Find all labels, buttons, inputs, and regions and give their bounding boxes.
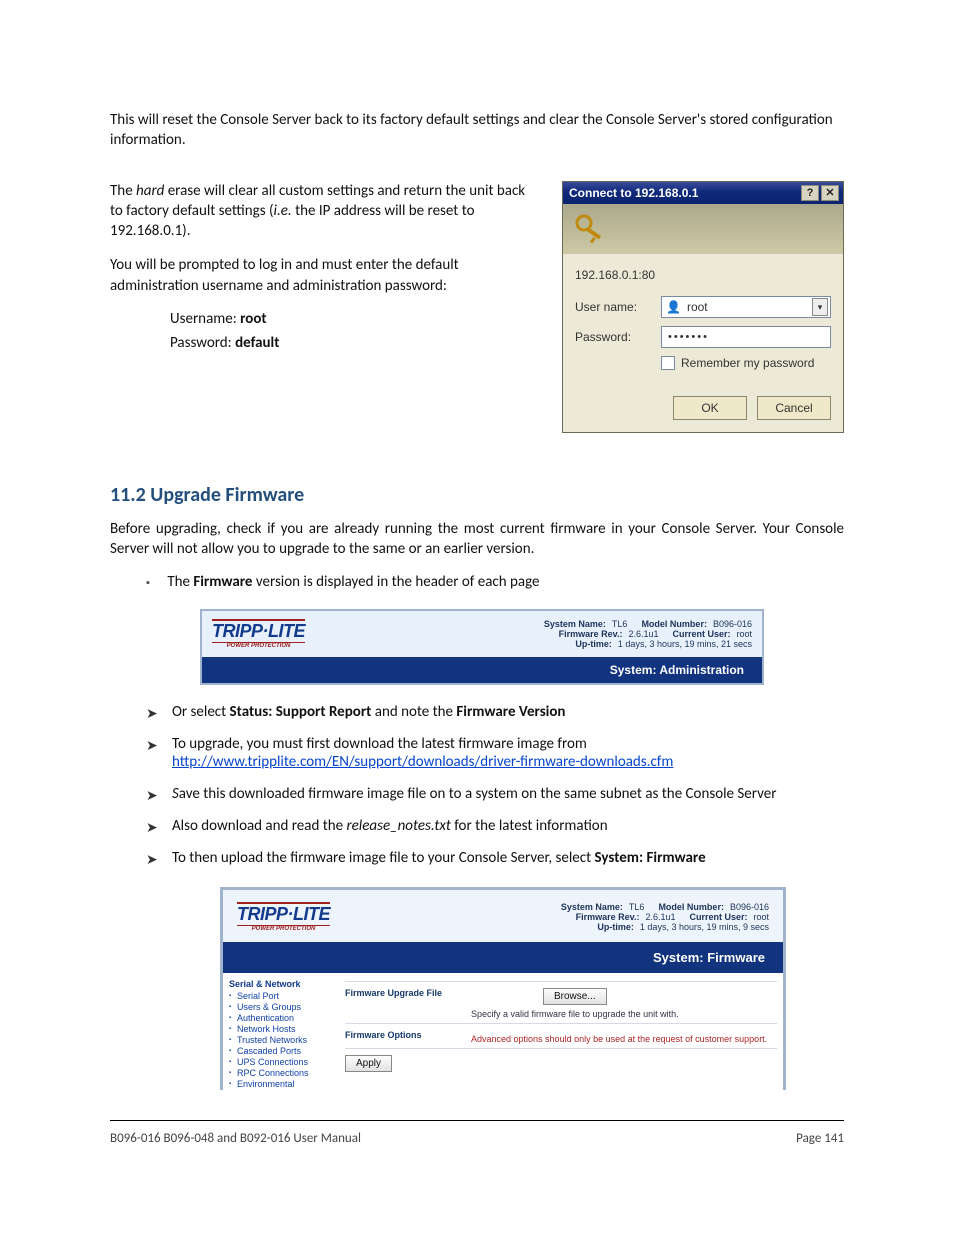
nav-ups-connections[interactable]: UPS Connections <box>229 1057 333 1067</box>
download-link[interactable]: http://www.tripplite.com/EN/support/down… <box>172 753 673 771</box>
user-icon: 👤 <box>662 300 687 314</box>
arrow-upload-firmware: To then upload the firmware image file t… <box>146 849 844 867</box>
dialog-title: Connect to 192.168.0.1 <box>569 186 698 200</box>
hard-erase-paragraph: The hard erase will clear all custom set… <box>110 181 540 242</box>
banner2-title: System: Firmware <box>223 942 783 973</box>
username-field[interactable]: 👤 root ▾ <box>661 296 831 318</box>
tripplite-logo-2: TRIPP·LITE POWER PROTECTION <box>237 902 330 932</box>
nav-trusted-networks[interactable]: Trusted Networks <box>229 1035 333 1045</box>
intro-paragraph: This will reset the Console Server back … <box>110 110 844 151</box>
nav-serial-port[interactable]: Serial Port <box>229 991 333 1001</box>
remember-checkbox[interactable] <box>661 356 675 370</box>
arrow-save-image: Save this downloaded firmware image file… <box>146 785 844 803</box>
username-label: User name: <box>575 300 661 314</box>
password-label: Password: <box>575 330 661 344</box>
password-field[interactable]: ••••••• <box>661 326 831 348</box>
nav-network-hosts[interactable]: Network Hosts <box>229 1024 333 1034</box>
nav-environmental[interactable]: Environmental <box>229 1079 333 1089</box>
section-lead: Before upgrading, check if you are alrea… <box>110 519 844 560</box>
arrow-download-firmware: To upgrade, you must first download the … <box>146 735 844 771</box>
nav-users-groups[interactable]: Users & Groups <box>229 1002 333 1012</box>
nav-rpc-connections[interactable]: RPC Connections <box>229 1068 333 1078</box>
upgrade-file-hint: Specify a valid firmware file to upgrade… <box>471 1009 679 1019</box>
nav-authentication[interactable]: Authentication <box>229 1013 333 1023</box>
section-heading: 11.2 Upgrade Firmware <box>110 483 844 507</box>
login-dialog: Connect to 192.168.0.1 ? ✕ 192.168.0.1:8… <box>562 181 844 433</box>
login-prompt-paragraph: You will be prompted to log in and must … <box>110 255 540 296</box>
nav-cascaded-ports[interactable]: Cascaded Ports <box>229 1046 333 1056</box>
username-dropdown[interactable]: ▾ <box>812 298 828 316</box>
footer-right: Page 141 <box>796 1131 844 1146</box>
footer-rule <box>110 1120 844 1121</box>
footer-left: B096-016 B096-048 and B092-016 User Manu… <box>110 1131 361 1146</box>
header-banner-figure: TRIPP·LITE POWER PROTECTION System Name:… <box>200 609 764 685</box>
arrow-release-notes: Also download and read the release_notes… <box>146 817 844 835</box>
cancel-button[interactable]: Cancel <box>757 396 831 420</box>
firmware-options-note: Advanced options should only be used at … <box>471 1034 767 1044</box>
firmware-page-figure: TRIPP·LITE POWER PROTECTION System Name:… <box>220 887 786 1090</box>
firmware-header-bullet: The Firmware version is displayed in the… <box>146 573 844 591</box>
ok-button[interactable]: OK <box>673 396 747 420</box>
help-button[interactable]: ? <box>801 185 819 201</box>
side-nav: Serial & Network Serial Port Users & Gro… <box>223 973 339 1090</box>
arrow-support-report: Or select Status: Support Report and not… <box>146 703 844 721</box>
tripplite-logo: TRIPP·LITE POWER PROTECTION <box>212 619 305 649</box>
apply-button[interactable]: Apply <box>345 1055 392 1072</box>
close-button[interactable]: ✕ <box>821 185 839 201</box>
remember-label: Remember my password <box>681 356 814 370</box>
browse-button[interactable]: Browse... <box>543 988 607 1005</box>
dialog-banner <box>563 204 843 254</box>
server-address: 192.168.0.1:80 <box>575 268 831 282</box>
upgrade-file-label: Firmware Upgrade File <box>345 988 457 998</box>
default-password-line: Password: default <box>170 334 540 352</box>
default-username-line: Username: root <box>170 310 540 328</box>
firmware-options-label: Firmware Options <box>345 1030 457 1040</box>
keys-icon <box>571 210 609 248</box>
banner1-title: System: Administration <box>202 657 762 683</box>
